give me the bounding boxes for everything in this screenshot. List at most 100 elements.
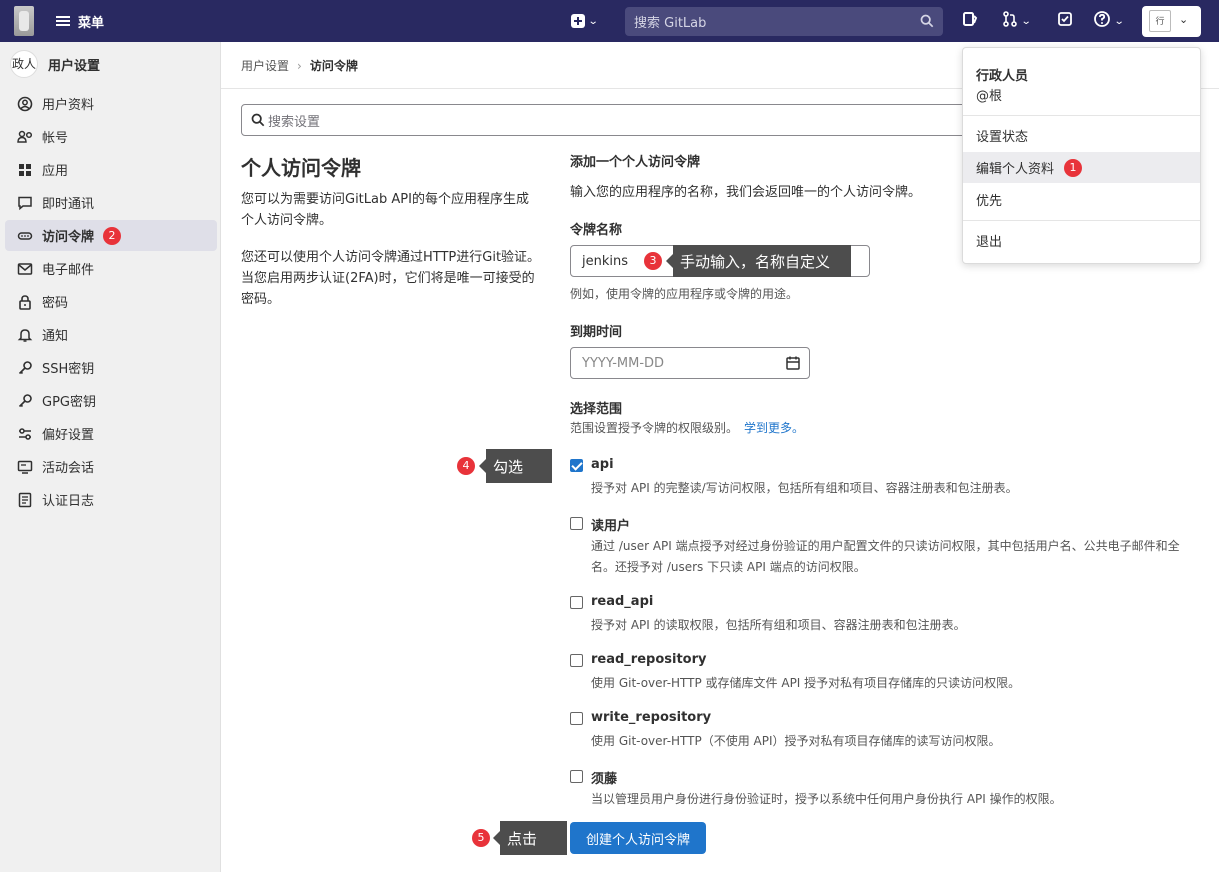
expiry-label: 到期时间 — [570, 325, 623, 340]
help-button[interactable]: ⌄ — [1093, 10, 1125, 32]
token-name-value: jenkins — [582, 253, 629, 269]
sidebar-item-label: 即时通讯 — [42, 197, 95, 212]
scopes-help: 范围设置授予令牌的权限级别。 学到更多。 — [570, 419, 804, 436]
menu-label: 菜单 — [78, 15, 105, 31]
dropdown-divider — [963, 115, 1200, 116]
sidebar-item-label: 通知 — [42, 329, 69, 344]
scope-read-api: read_api 授予对 API 的读取权限，包括所有组和项目、容器注册表和包注… — [570, 594, 1190, 639]
dropdown-item-set-status[interactable]: 设置状态 — [963, 120, 1200, 151]
scope-description: 授予对 API 的读取权限，包括所有组和项目、容器注册表和包注册表。 — [591, 618, 966, 632]
create-token-button[interactable]: 创建个人访问令牌 — [570, 822, 706, 854]
dropdown-user-handle: @根 — [976, 89, 1003, 104]
sidebar-item-applications[interactable]: 应用 — [5, 154, 217, 185]
intro-text: 您可以为需要访问GitLab API的每个应用程序生成个人访问令牌。 — [241, 192, 529, 228]
sidebar-item-emails[interactable]: 电子邮件 — [5, 253, 217, 284]
sidebar-item-chat[interactable]: 即时通讯 — [5, 187, 217, 218]
scope-api: api 授予对 API 的完整读/写访问权限，包括所有组和项目、容器注册表和包注… — [570, 457, 1190, 502]
scope-description: 通过 /user API 端点授予对经过身份验证的用户配置文件的只读访问权限，其… — [591, 539, 1180, 574]
sidebar-item-active-sessions[interactable]: 活动会话 — [5, 451, 217, 482]
calendar-icon[interactable] — [785, 355, 801, 375]
hamburger-icon — [56, 15, 70, 27]
chat-icon — [17, 195, 33, 211]
bell-icon — [17, 327, 33, 343]
new-dropdown-button[interactable]: ⌄ — [571, 11, 599, 31]
sidebar-item-access-tokens[interactable]: 访问令牌 2 — [5, 220, 217, 251]
scope-api-checkbox[interactable] — [570, 459, 583, 472]
dropdown-item-edit-profile[interactable]: 编辑个人资料 1 — [963, 152, 1200, 183]
account-icon — [17, 129, 33, 145]
scope-description: 使用 Git-over-HTTP 或存储库文件 API 授予对私有项目存储库的只… — [591, 676, 1021, 690]
scope-read-repository: read_repository 使用 Git-over-HTTP 或存储库文件 … — [570, 652, 1190, 697]
monitor-icon — [17, 459, 33, 475]
key-icon — [17, 360, 33, 376]
expiry-date-input[interactable]: YYYY-MM-DD — [570, 347, 810, 379]
dropdown-item-sign-out[interactable]: 退出 — [963, 225, 1200, 256]
token-name-label: 令牌名称 — [570, 223, 623, 238]
scope-read-user: 读用户 通过 /user API 端点授予对经过身份验证的用户配置文件的只读访问… — [570, 515, 1190, 581]
token-icon — [17, 228, 33, 244]
sidebar-item-preferences[interactable]: 偏好设置 — [5, 418, 217, 449]
scope-sudo: 须藤 当以管理员用户身份进行身份验证时，授予以系统中任何用户身份执行 API 操… — [570, 768, 1190, 813]
scope-description: 授予对 API 的完整读/写访问权限，包括所有组和项目、容器注册表和包注册表。 — [591, 481, 1018, 495]
page-title: 个人访问令牌 — [241, 156, 361, 180]
scope-name: read_repository — [591, 652, 707, 667]
sidebar-item-ssh-keys[interactable]: SSH密钥 — [5, 352, 217, 383]
global-search-input[interactable]: 搜索 GitLab — [625, 7, 943, 36]
scope-sudo-checkbox[interactable] — [570, 770, 583, 783]
global-search-placeholder: 搜索 GitLab — [634, 16, 707, 31]
sidebar-item-label: 认证日志 — [42, 494, 95, 509]
dropdown-divider — [963, 220, 1200, 221]
applications-icon — [17, 162, 33, 178]
annotation-badge-3: 3 — [644, 252, 662, 270]
scope-name: 读用户 — [591, 519, 631, 534]
sidebar-item-profile[interactable]: 用户资料 — [5, 88, 217, 119]
issues-button[interactable] — [962, 11, 978, 31]
scopes-help-text: 范围设置授予令牌的权限级别。 — [570, 421, 739, 435]
scope-read-user-checkbox[interactable] — [570, 517, 583, 530]
form-description: 输入您的应用程序的名称，我们会返回唯一的个人访问令牌。 — [570, 185, 922, 200]
email-icon — [17, 261, 33, 277]
avatar: 政人 — [10, 50, 38, 78]
dropdown-item-preferences[interactable]: 优先 — [963, 184, 1200, 215]
menu-button[interactable]: 菜单 — [56, 10, 104, 32]
dropdown-item-label: 退出 — [976, 235, 1003, 250]
settings-search-placeholder: 搜索设置 — [268, 114, 321, 130]
sidebar-header[interactable]: 政人 用户设置 — [10, 50, 100, 78]
sidebar-item-password[interactable]: 密码 — [5, 286, 217, 317]
scope-name: write_repository — [591, 710, 712, 725]
sidebar-item-label: GPG密钥 — [42, 395, 96, 410]
merge-requests-button[interactable]: ⌄ — [1002, 11, 1032, 31]
preferences-icon — [17, 426, 33, 442]
scope-read-repository-checkbox[interactable] — [570, 654, 583, 667]
settings-search-input[interactable]: 搜索设置 — [241, 104, 981, 136]
scope-description: 当以管理员用户身份进行身份验证时，授予以系统中任何用户身份执行 API 操作的权… — [591, 792, 1062, 806]
sidebar-item-label: SSH密钥 — [42, 362, 95, 377]
scope-read-api-checkbox[interactable] — [570, 596, 583, 609]
annotation-callout-name: 手动输入，名称自定义 — [666, 245, 851, 277]
question-icon — [1093, 10, 1111, 32]
search-icon — [920, 14, 934, 32]
breadcrumb-parent[interactable]: 用户设置 — [241, 57, 289, 74]
user-dropdown-menu: 行政人员 @根 设置状态 编辑个人资料 1 优先 退出 — [962, 47, 1201, 264]
breadcrumb-current[interactable]: 访问令牌 — [310, 57, 358, 74]
todos-button[interactable] — [1057, 11, 1073, 31]
sidebar-item-label: 密码 — [42, 296, 69, 311]
scope-name: read_api — [591, 594, 654, 609]
gitlab-logo[interactable] — [14, 6, 34, 36]
issues-icon — [962, 11, 978, 31]
learn-more-link[interactable]: 学到更多。 — [744, 421, 804, 435]
annotation-callout-click: 点击 — [493, 821, 567, 855]
profile-icon — [17, 96, 33, 112]
scope-name: api — [591, 457, 614, 472]
annotation-callout-check: 勾选 — [479, 449, 552, 483]
scope-write-repository-checkbox[interactable] — [570, 712, 583, 725]
search-icon — [251, 113, 265, 131]
sidebar-item-auth-log[interactable]: 认证日志 — [5, 484, 217, 515]
scope-write-repository: write_repository 使用 Git-over-HTTP（不使用 AP… — [570, 710, 1190, 755]
annotation-badge-5: 5 — [472, 829, 490, 847]
sidebar-item-gpg-keys[interactable]: GPG密钥 — [5, 385, 217, 416]
sidebar-item-account[interactable]: 帐号 — [5, 121, 217, 152]
user-menu-button[interactable]: 行 ⌄ — [1142, 6, 1201, 37]
scopes-label: 选择范围 — [570, 402, 623, 417]
sidebar-item-notifications[interactable]: 通知 — [5, 319, 217, 350]
